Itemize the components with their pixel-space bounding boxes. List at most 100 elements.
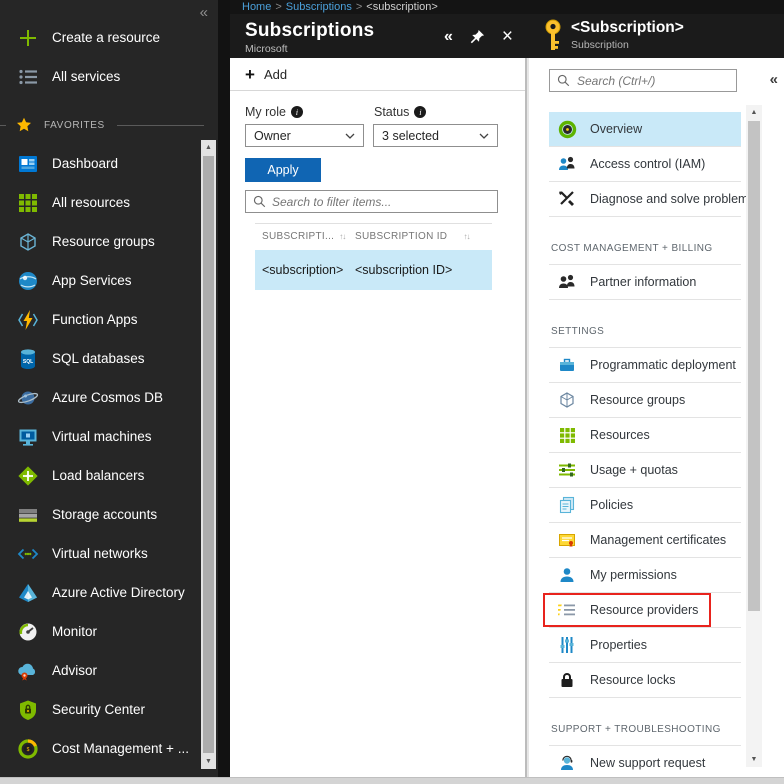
sidebar-item-label: Function Apps: [52, 312, 138, 327]
menu-scrollbar[interactable]: [746, 105, 762, 767]
search-icon: [557, 74, 570, 87]
sidebar-item-label: Advisor: [52, 663, 98, 678]
grid-icon: [16, 191, 40, 215]
menu-item-label: Partner information: [590, 275, 697, 289]
sidebar-item-function-apps[interactable]: Function Apps: [0, 300, 218, 339]
aad-icon: [16, 581, 40, 605]
svg-text:$: $: [27, 747, 30, 753]
menu-item-overview[interactable]: Overview: [549, 112, 741, 147]
monitor-icon: [16, 425, 40, 449]
chevron-down-icon: [479, 133, 489, 139]
my-role-dropdown[interactable]: Owner: [245, 124, 365, 147]
status-value: 3 selected: [382, 128, 440, 143]
support-person-icon: [557, 753, 577, 773]
filter-search-input[interactable]: [272, 194, 490, 209]
menu-item-new-support-request[interactable]: New support request: [549, 746, 741, 781]
status-dropdown[interactable]: 3 selected: [373, 124, 498, 147]
minimize-panel-icon[interactable]: [444, 29, 453, 45]
sidebar-scroll-thumb[interactable]: [203, 156, 214, 753]
sidebar-item-label: Monitor: [52, 624, 98, 639]
menu-item-label: Access control (IAM): [590, 157, 706, 171]
menu-item-partner-information[interactable]: Partner information: [549, 265, 741, 300]
sidebar-item-azure-active-directory[interactable]: Azure Active Directory: [0, 573, 218, 612]
sidebar-item-sql-databases[interactable]: SQL SQL databases: [0, 339, 218, 378]
sidebar-item-create-a-resource[interactable]: Create a resource: [0, 18, 218, 57]
menu-item-policies[interactable]: Policies: [549, 488, 741, 523]
svg-text:SQL: SQL: [23, 359, 33, 365]
menu-item-programmatic-deployment[interactable]: Programmatic deployment: [549, 348, 741, 383]
sidebar-item-resource-groups[interactable]: Resource groups: [0, 222, 218, 261]
menu-item-resources[interactable]: Resources: [549, 418, 741, 453]
info-icon: [414, 106, 427, 118]
filter-search-box[interactable]: [245, 190, 498, 213]
sidebar-item-all-services[interactable]: All services: [0, 57, 218, 96]
certificate-icon: [557, 530, 577, 550]
sidebar-scrollbar[interactable]: [201, 140, 216, 769]
add-plus-icon: [245, 66, 255, 83]
sidebar-item-dashboard[interactable]: Dashboard: [0, 144, 218, 183]
sidebar-item-label: Create a resource: [52, 30, 161, 45]
sidebar-item-virtual-networks[interactable]: Virtual networks: [0, 534, 218, 573]
collapse-menu-icon[interactable]: [770, 71, 778, 88]
add-button[interactable]: Add: [230, 58, 525, 91]
sidebar-item-advisor[interactable]: Advisor: [0, 651, 218, 690]
menu-item-label: Resources: [590, 428, 650, 442]
search-icon: [253, 195, 266, 208]
menu-item-access-control[interactable]: Access control (IAM): [549, 147, 741, 182]
sidebar-item-label: Virtual machines: [52, 429, 152, 444]
my-role-value: Owner: [254, 128, 291, 143]
subscription-detail-panel: Overview Access control (IAM) Diagnose a…: [529, 58, 784, 781]
vertical-sliders-icon: [557, 635, 577, 655]
menu-scroll-thumb[interactable]: [748, 121, 760, 611]
sidebar-item-cost-management[interactable]: $ Cost Management + ...: [0, 729, 218, 768]
menu-item-my-permissions[interactable]: My permissions: [549, 558, 741, 593]
breadcrumb-subscriptions-link[interactable]: Subscriptions: [286, 1, 352, 13]
sidebar-item-azure-cosmos-db[interactable]: Azure Cosmos DB: [0, 378, 218, 417]
sidebar-item-label: Cost Management + ...: [52, 741, 189, 756]
menu-search-box[interactable]: [549, 69, 737, 92]
apply-button[interactable]: Apply: [245, 158, 321, 182]
scroll-down-icon[interactable]: [746, 752, 762, 767]
menu-section-support-troubleshooting: SUPPORT + TROUBLESHOOTING: [549, 698, 741, 746]
sidebar-item-label: Resource groups: [52, 234, 155, 249]
menu-item-resource-groups[interactable]: Resource groups: [549, 383, 741, 418]
column-header-subscription-id[interactable]: SUBSCRIPTION ID: [355, 231, 469, 242]
menu-item-resource-locks[interactable]: Resource locks: [549, 663, 741, 698]
scroll-down-icon[interactable]: [201, 754, 216, 769]
providers-list-icon: [557, 600, 577, 620]
sidebar-item-app-services[interactable]: App Services: [0, 261, 218, 300]
sidebar-item-load-balancers[interactable]: Load balancers: [0, 456, 218, 495]
panel-gap: [218, 0, 230, 777]
breadcrumb-home-link[interactable]: Home: [242, 1, 271, 13]
sidebar-collapse-icon[interactable]: [200, 4, 208, 21]
table-row-subscription[interactable]: <subscription> <subscription ID>: [255, 250, 492, 290]
menu-item-usage-quotas[interactable]: Usage + quotas: [549, 453, 741, 488]
sidebar-item-monitor[interactable]: Monitor: [0, 612, 218, 651]
menu-item-properties[interactable]: Properties: [549, 628, 741, 663]
menu-section-cost-management-billing: COST MANAGEMENT + BILLING: [549, 217, 741, 265]
close-panel-icon[interactable]: [502, 27, 513, 46]
menu-item-management-certificates[interactable]: Management certificates: [549, 523, 741, 558]
star-icon: [16, 117, 32, 133]
column-header-subscription[interactable]: SUBSCRIPTI...: [262, 231, 355, 242]
menu-item-label: My permissions: [590, 568, 677, 582]
menu-item-label: Policies: [590, 498, 634, 512]
dashboard-icon: [16, 152, 40, 176]
storage-icon: [16, 503, 40, 527]
scroll-up-icon[interactable]: [201, 140, 216, 155]
menu-item-resource-providers[interactable]: Resource providers: [543, 593, 741, 628]
add-button-label: Add: [263, 66, 288, 82]
cost-icon: $: [16, 737, 40, 761]
database-icon: SQL: [16, 347, 40, 371]
sidebar-item-all-resources[interactable]: All resources: [0, 183, 218, 222]
sidebar-item-label: Dashboard: [52, 156, 119, 171]
sidebar-item-virtual-machines[interactable]: Virtual machines: [0, 417, 218, 456]
pin-icon[interactable]: [470, 29, 485, 44]
menu-search-input[interactable]: [577, 73, 729, 88]
briefcase-icon: [557, 355, 577, 375]
sidebar-item-security-center[interactable]: Security Center: [0, 690, 218, 729]
menu-item-diagnose[interactable]: Diagnose and solve problems: [549, 182, 755, 217]
tools-icon: [557, 189, 577, 209]
sidebar-item-storage-accounts[interactable]: Storage accounts: [0, 495, 218, 534]
scroll-up-icon[interactable]: [746, 105, 762, 120]
